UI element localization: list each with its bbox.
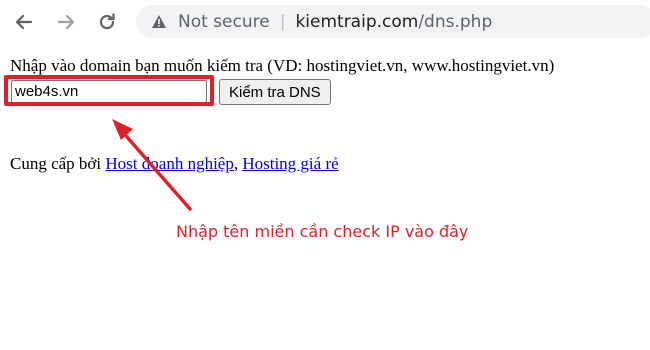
browser-toolbar: Not secure | kiemtraip.com/dns.php <box>0 0 650 44</box>
annotation-text: Nhập tên miền cần check IP vào đây <box>176 222 469 241</box>
check-dns-button[interactable]: Kiểm tra DNS <box>219 79 331 105</box>
page-content: Nhập vào domain bạn muốn kiểm tra (VD: h… <box>0 44 650 350</box>
reload-button[interactable] <box>91 6 123 38</box>
url-domain: kiemtraip.com <box>295 11 419 32</box>
warning-triangle-icon[interactable] <box>150 13 168 31</box>
url-text[interactable]: kiemtraip.com/dns.php <box>295 12 492 32</box>
provided-by-line: Cung cấp bởi Host doanh nghiệp, Hosting … <box>10 154 339 174</box>
address-separator: | <box>279 11 286 32</box>
provided-by-label: Cung cấp bởi <box>10 154 102 173</box>
security-status[interactable]: Not secure <box>178 12 270 32</box>
host-doanh-nghiep-link[interactable]: Host doanh nghiệp <box>105 154 233 173</box>
forward-button[interactable] <box>50 6 82 38</box>
arrow-right-icon <box>57 14 75 30</box>
back-button[interactable] <box>8 6 40 38</box>
arrow-left-icon <box>15 14 33 30</box>
domain-prompt: Nhập vào domain bạn muốn kiểm tra (VD: h… <box>10 56 555 75</box>
reload-icon <box>99 13 115 30</box>
hosting-gia-re-link[interactable]: Hosting giá rẻ <box>242 154 338 173</box>
address-bar[interactable]: Not secure | kiemtraip.com/dns.php <box>136 5 650 38</box>
url-path: /dns.php <box>418 11 493 32</box>
link-comma: , <box>233 154 239 173</box>
domain-input[interactable] <box>11 80 207 103</box>
